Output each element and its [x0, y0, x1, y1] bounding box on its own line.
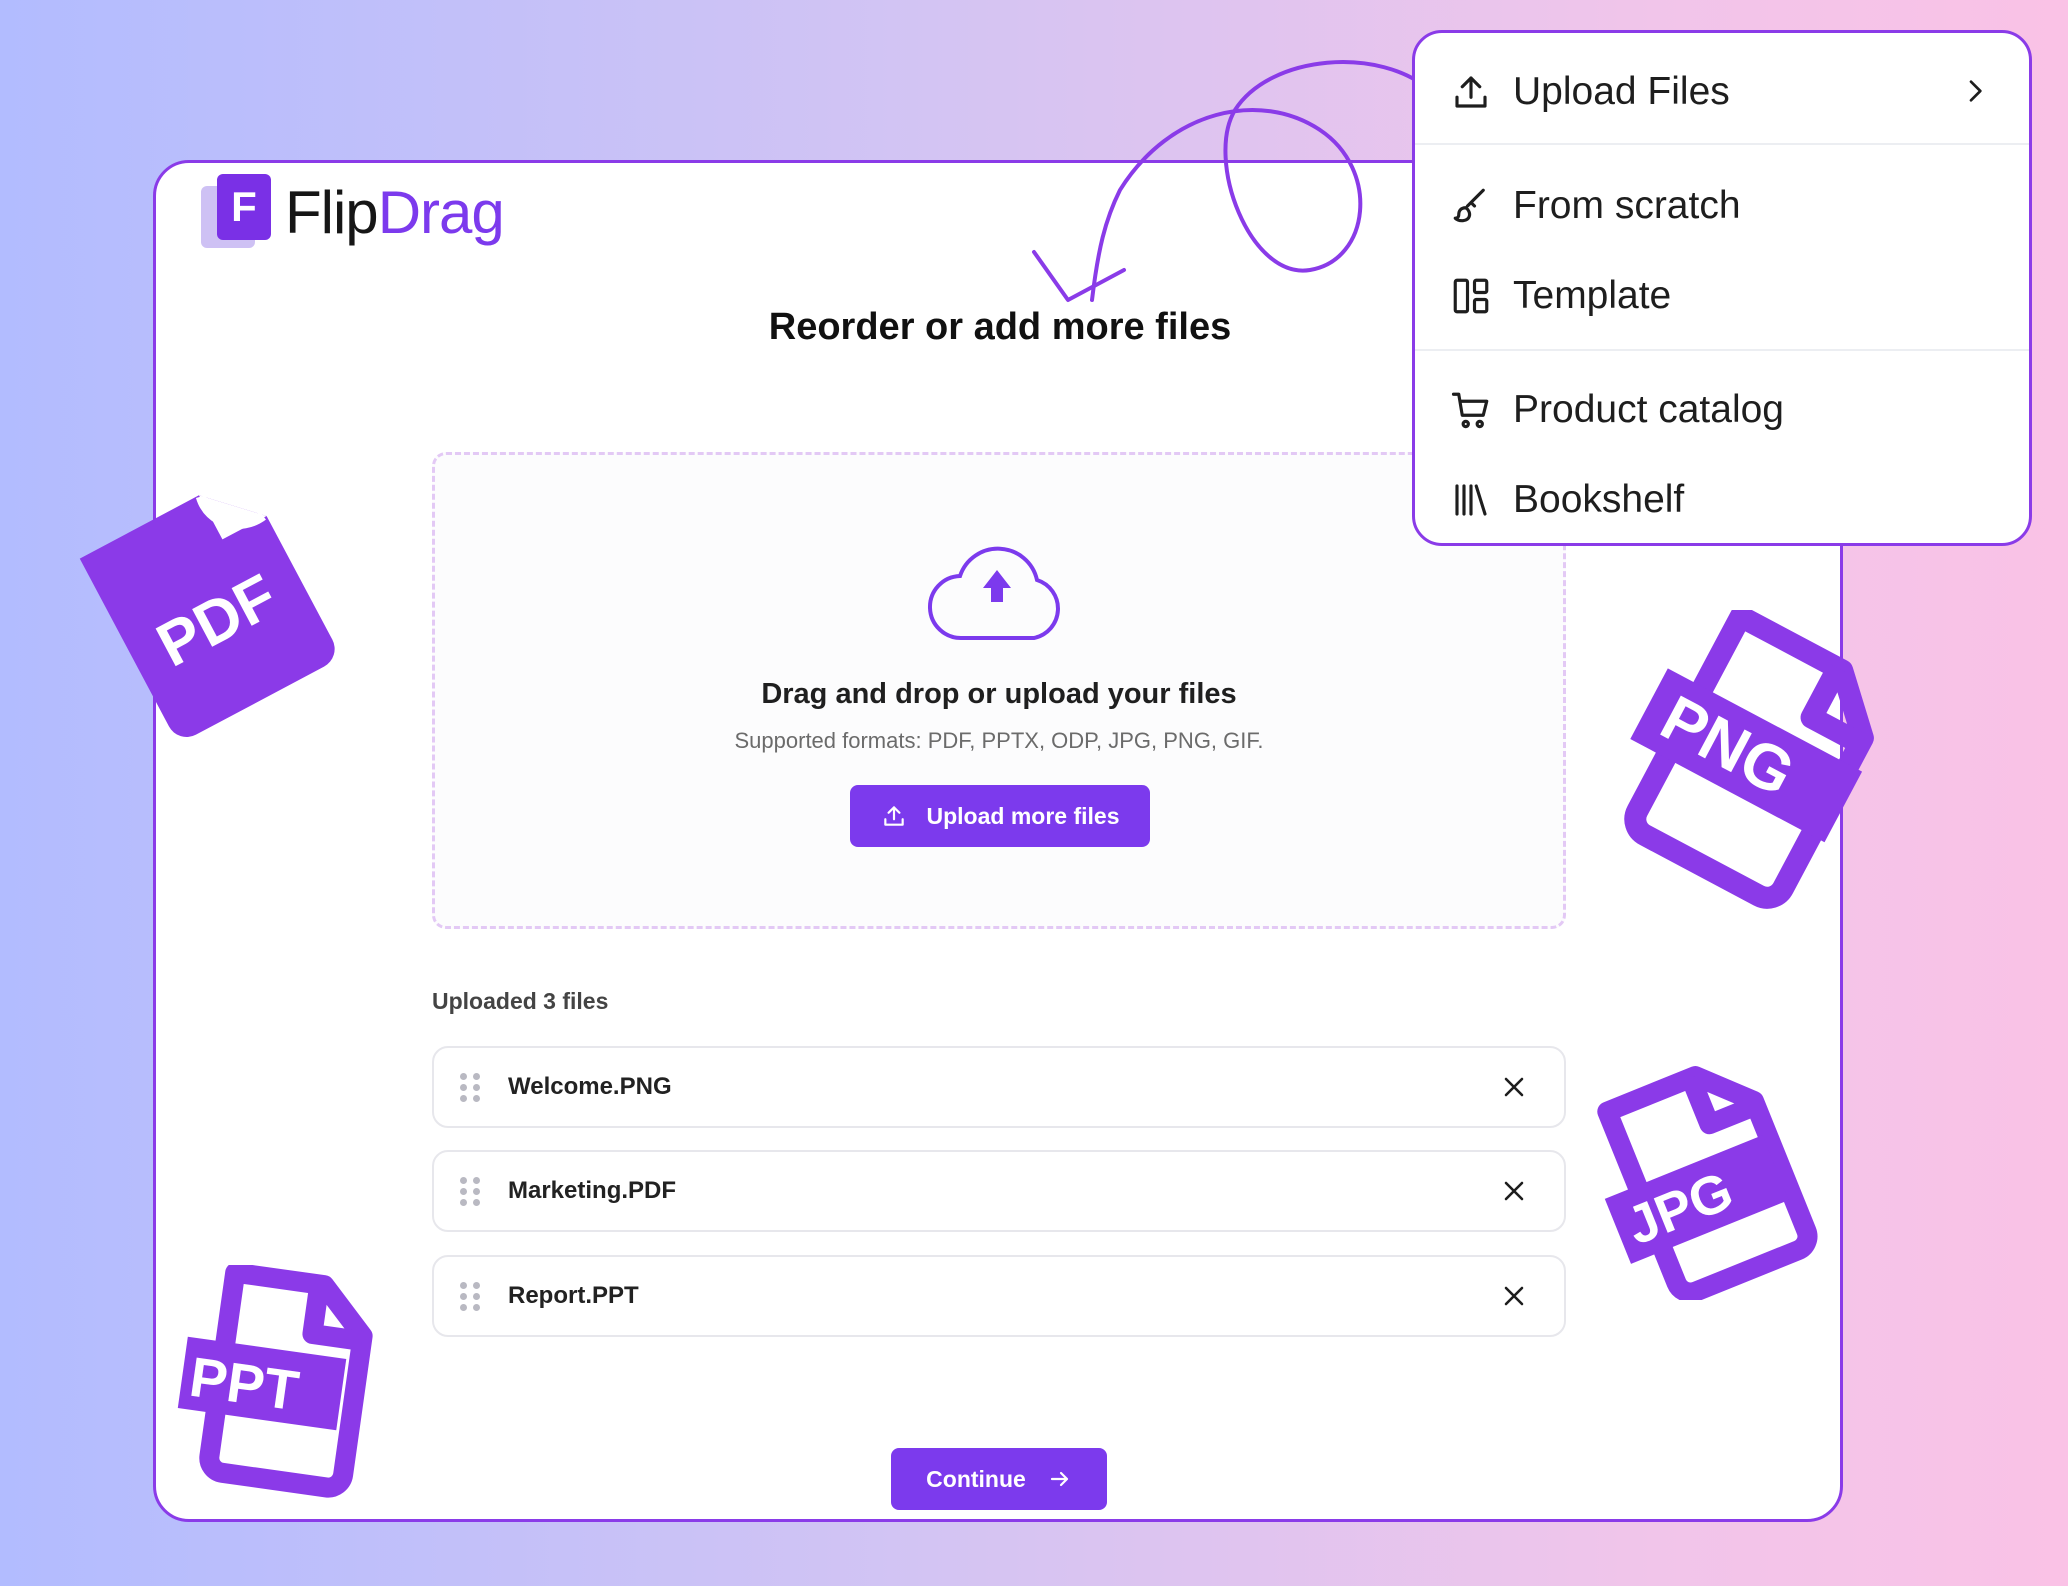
- brand-name-part1: Flip: [285, 178, 379, 246]
- logo-icon: F: [201, 172, 273, 252]
- menu-item-product-catalog[interactable]: Product catalog: [1415, 375, 2029, 445]
- upload-options-menu: Upload Files From scratch Template Produ…: [1412, 30, 2032, 546]
- menu-item-label: From scratch: [1513, 184, 1741, 227]
- dropzone-heading: Drag and drop or upload your files: [761, 678, 1237, 710]
- menu-divider: [1415, 143, 2029, 145]
- upload-icon: [1449, 70, 1493, 114]
- menu-item-label: Product catalog: [1513, 388, 1785, 431]
- jpg-file-icon: JPG: [1597, 1066, 1818, 1300]
- remove-file-button[interactable]: [1494, 1171, 1534, 1211]
- menu-item-label: Upload Files: [1513, 70, 1730, 113]
- menu-item-upload-files[interactable]: Upload Files: [1415, 57, 2029, 127]
- menu-divider: [1415, 349, 2029, 351]
- menu-item-from-scratch[interactable]: From scratch: [1415, 171, 2029, 241]
- pdf-file-icon: PDF: [79, 494, 335, 738]
- supported-formats-text: Supported formats: PDF, PPTX, ODP, JPG, …: [734, 728, 1264, 753]
- chevron-right-icon: [1969, 80, 1982, 102]
- file-row[interactable]: Welcome.PNG: [432, 1046, 1566, 1128]
- file-name: Marketing.PDF: [508, 1177, 677, 1204]
- curly-arrow-decoration: [1032, 60, 1434, 302]
- file-name: Report.PPT: [508, 1282, 639, 1309]
- layout-icon: [1449, 274, 1493, 318]
- drag-handle-icon[interactable]: [460, 1281, 490, 1311]
- upload-more-files-button[interactable]: Upload more files: [850, 785, 1150, 847]
- drag-handle-icon[interactable]: [460, 1176, 490, 1206]
- brush-icon: [1449, 184, 1493, 228]
- file-row[interactable]: Report.PPT: [432, 1255, 1566, 1337]
- png-file-icon: PNG: [1624, 610, 1874, 909]
- menu-item-bookshelf[interactable]: Bookshelf: [1415, 465, 2029, 535]
- file-name: Welcome.PNG: [508, 1073, 672, 1100]
- remove-file-button[interactable]: [1494, 1276, 1534, 1316]
- file-row[interactable]: Marketing.PDF: [432, 1150, 1566, 1232]
- continue-button[interactable]: Continue: [891, 1448, 1107, 1510]
- menu-item-template[interactable]: Template: [1415, 261, 2029, 331]
- close-icon: [1504, 1077, 1524, 1097]
- cart-icon: [1449, 388, 1493, 432]
- menu-item-label: Bookshelf: [1513, 478, 1685, 521]
- upload-more-files-label: Upload more files: [926, 802, 1120, 829]
- brand-name: FlipDrag: [285, 178, 505, 247]
- ppt-file-icon: PPT: [177, 1265, 373, 1498]
- close-icon: [1504, 1181, 1524, 1201]
- upload-icon: [883, 806, 904, 826]
- menu-item-label: Template: [1513, 274, 1672, 317]
- brand-name-part2: Drag: [377, 178, 505, 246]
- remove-file-button[interactable]: [1494, 1067, 1534, 1107]
- books-icon: [1449, 478, 1493, 522]
- arrow-right-icon: [1050, 1471, 1068, 1487]
- continue-label: Continue: [926, 1465, 1026, 1492]
- uploaded-count-label: Uploaded 3 files: [432, 988, 609, 1014]
- close-icon: [1504, 1286, 1524, 1306]
- drag-handle-icon[interactable]: [460, 1072, 490, 1102]
- brand-logo[interactable]: F FlipDrag: [201, 172, 505, 252]
- cloud-upload-icon: [928, 546, 1060, 641]
